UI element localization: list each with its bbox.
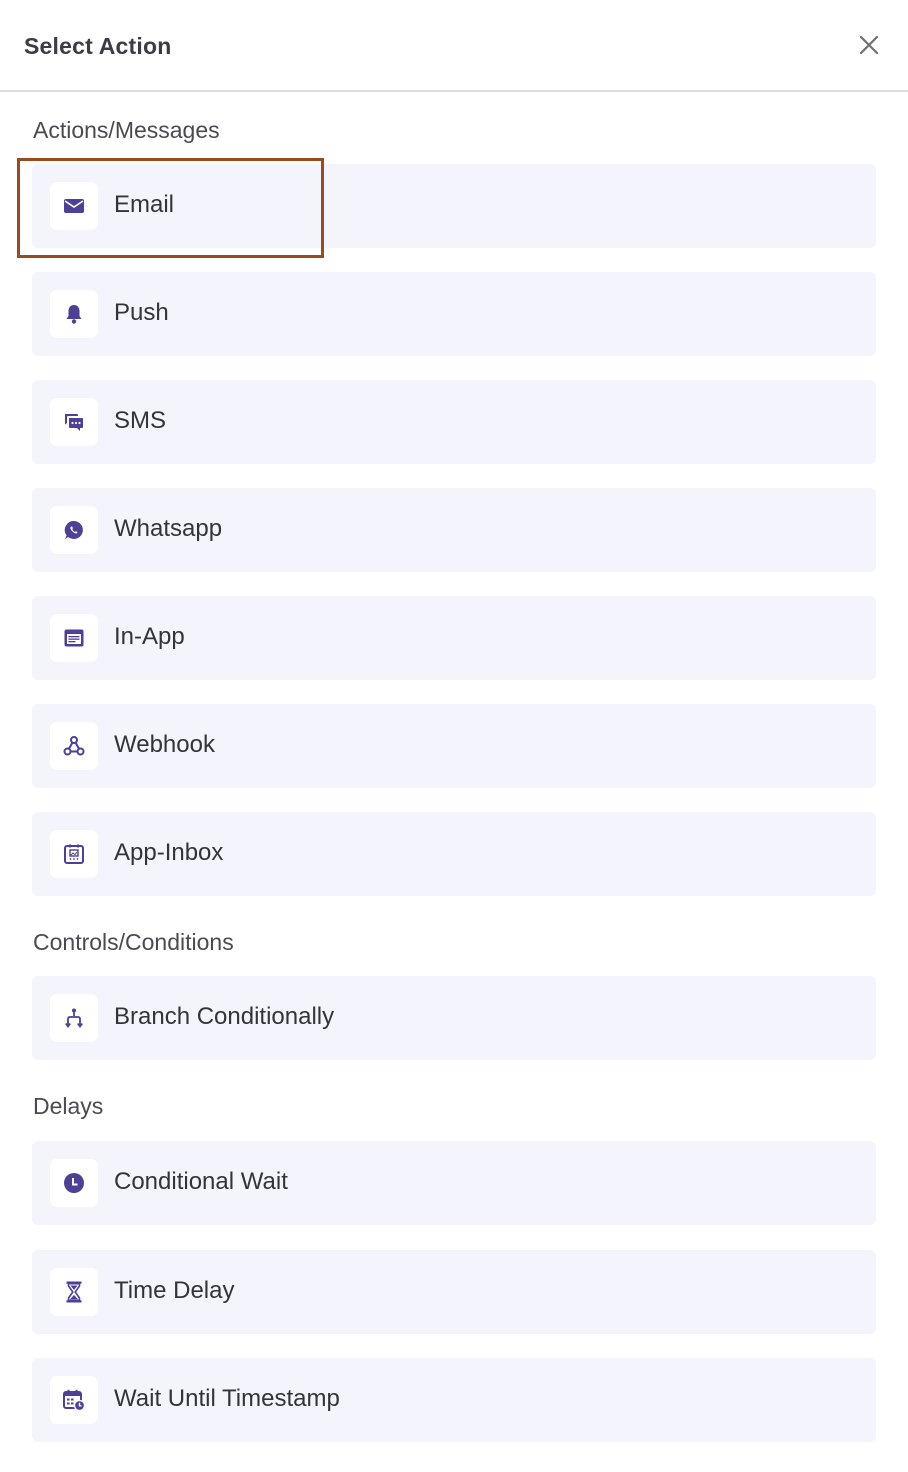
action-item-label: Wait Until Timestamp [114,1385,340,1412]
calendar-clock-icon [63,1389,86,1412]
action-item-branch-conditionally[interactable]: Branch Conditionally [32,976,876,1060]
action-item-label: Email [114,191,175,218]
section-label-delays: Delays [33,1093,104,1119]
action-item-label: In-App [114,623,185,650]
section-label-controls-conditions: Controls/Conditions [33,929,234,955]
action-item-label: Time Delay [114,1277,235,1304]
action-item-sms[interactable]: SMS [32,380,876,464]
action-item-label: Conditional Wait [114,1168,288,1195]
action-item-label: Webhook [114,731,215,758]
action-item-webhook[interactable]: Webhook [32,704,876,788]
select-action-panel: Select Action Actions/Messages Email Pus… [0,0,908,1472]
app-inbox-icon [64,844,84,864]
action-item-conditional-wait[interactable]: Conditional Wait [32,1141,876,1225]
chat-bubbles-icon [65,414,83,431]
panel-title: Select Action [24,33,172,59]
webhook-icon [63,736,85,756]
action-item-label: Push [114,299,169,326]
action-item-whatsapp[interactable]: Whatsapp [32,488,876,572]
in-app-window-icon [64,629,84,647]
clock-icon [64,1173,84,1193]
whatsapp-icon [64,520,83,539]
section-label-actions-messages: Actions/Messages [33,117,220,143]
bell-icon [66,305,82,324]
action-item-email[interactable]: Email [32,164,876,248]
panel-header: Select Action [0,0,908,92]
envelope-icon [64,199,84,213]
action-item-label: Branch Conditionally [114,1003,335,1030]
action-item-app-inbox[interactable]: App-Inbox [32,812,876,896]
action-item-label: SMS [114,407,167,434]
action-item-push[interactable]: Push [32,272,876,356]
action-item-label: Whatsapp [114,515,223,542]
action-item-wait-until-timestamp[interactable]: Wait Until Timestamp [32,1358,876,1442]
close-button[interactable] [852,28,886,62]
action-item-time-delay[interactable]: Time Delay [32,1250,876,1334]
close-icon [859,35,879,55]
action-item-label: App-Inbox [114,839,224,866]
hourglass-icon [66,1281,82,1303]
branch-icon [65,1008,83,1029]
action-item-in-app[interactable]: In-App [32,596,876,680]
